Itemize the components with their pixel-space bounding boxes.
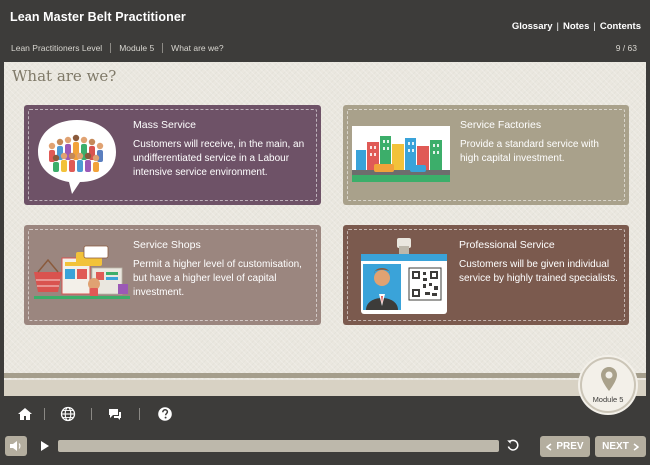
breadcrumb: Lean Practitioners Level Module 5 What a…: [11, 43, 232, 53]
course-title: Lean Master Belt Practitioner: [10, 10, 186, 24]
media-player: PREV NEXT: [0, 432, 650, 465]
chevron-right-icon: [633, 442, 639, 451]
card-title: Mass Service: [133, 119, 197, 131]
card-title: Professional Service: [459, 239, 555, 251]
footer-band: [4, 380, 646, 396]
card-body: Provide a standard service with high cap…: [460, 139, 599, 164]
card-frame: Professional Service Customers will be g…: [347, 229, 625, 321]
toolbar-separator: [139, 408, 140, 420]
help-icon[interactable]: [157, 406, 173, 422]
play-icon[interactable]: [40, 440, 50, 452]
chevron-left-icon: [546, 442, 552, 451]
home-icon[interactable]: [17, 406, 33, 422]
page-title: What are we?: [12, 67, 117, 85]
card-mass-service: Mass Service Customers will receive, in …: [24, 105, 321, 205]
next-button[interactable]: NEXT: [595, 436, 646, 457]
card-body: Customers will be given individual servi…: [459, 259, 618, 284]
map-pin-icon: [601, 367, 617, 391]
shopping-basket-icon: [34, 245, 130, 299]
card-title: Service Factories: [460, 119, 542, 131]
card-frame: Service Factories Provide a standard ser…: [347, 109, 625, 201]
link-separator: |: [593, 21, 596, 32]
next-label: NEXT: [602, 441, 629, 452]
bottom-toolbar: [0, 402, 650, 427]
city-buildings-icon: [352, 126, 450, 182]
id-badge-icon: [361, 238, 447, 314]
chat-icon[interactable]: [107, 406, 123, 422]
card-service-shops: Service Shops Permit a higher level of c…: [24, 225, 321, 325]
glossary-link[interactable]: Glossary: [512, 21, 553, 32]
breadcrumb-item: Module 5: [110, 43, 162, 53]
breadcrumb-item: What are we?: [162, 43, 231, 53]
progress-bar[interactable]: [58, 440, 499, 452]
globe-icon[interactable]: [60, 406, 76, 422]
speaker-icon: [10, 441, 21, 451]
card-title: Service Shops: [133, 239, 201, 251]
crowd-speech-bubble-icon: [38, 120, 116, 194]
page-counter: 9 / 63: [615, 43, 637, 53]
prev-button[interactable]: PREV: [540, 436, 590, 457]
replay-icon[interactable]: [506, 438, 520, 452]
volume-button[interactable]: [5, 436, 27, 456]
card-frame: Service Shops Permit a higher level of c…: [28, 229, 317, 321]
content-area: What are we? Mass Service Customers will…: [4, 62, 646, 413]
card-professional-service: Professional Service Customers will be g…: [343, 225, 629, 325]
card-body: Customers will receive, in the main, an …: [133, 139, 305, 178]
card-service-factories: Service Factories Provide a standard ser…: [343, 105, 629, 205]
header: Lean Master Belt Practitioner Glossary |…: [0, 0, 650, 62]
breadcrumb-item: Lean Practitioners Level: [11, 43, 103, 53]
contents-link[interactable]: Contents: [600, 21, 641, 32]
notes-link[interactable]: Notes: [563, 21, 589, 32]
card-body: Permit a higher level of customisation, …: [133, 259, 302, 298]
card-frame: Mass Service Customers will receive, in …: [28, 109, 317, 201]
toolbar-separator: [44, 408, 45, 420]
toolbar-separator: [91, 408, 92, 420]
top-links: Glossary | Notes | Contents: [512, 21, 641, 32]
footer-stripe: [4, 373, 646, 378]
prev-label: PREV: [556, 441, 584, 452]
link-separator: |: [556, 21, 559, 32]
